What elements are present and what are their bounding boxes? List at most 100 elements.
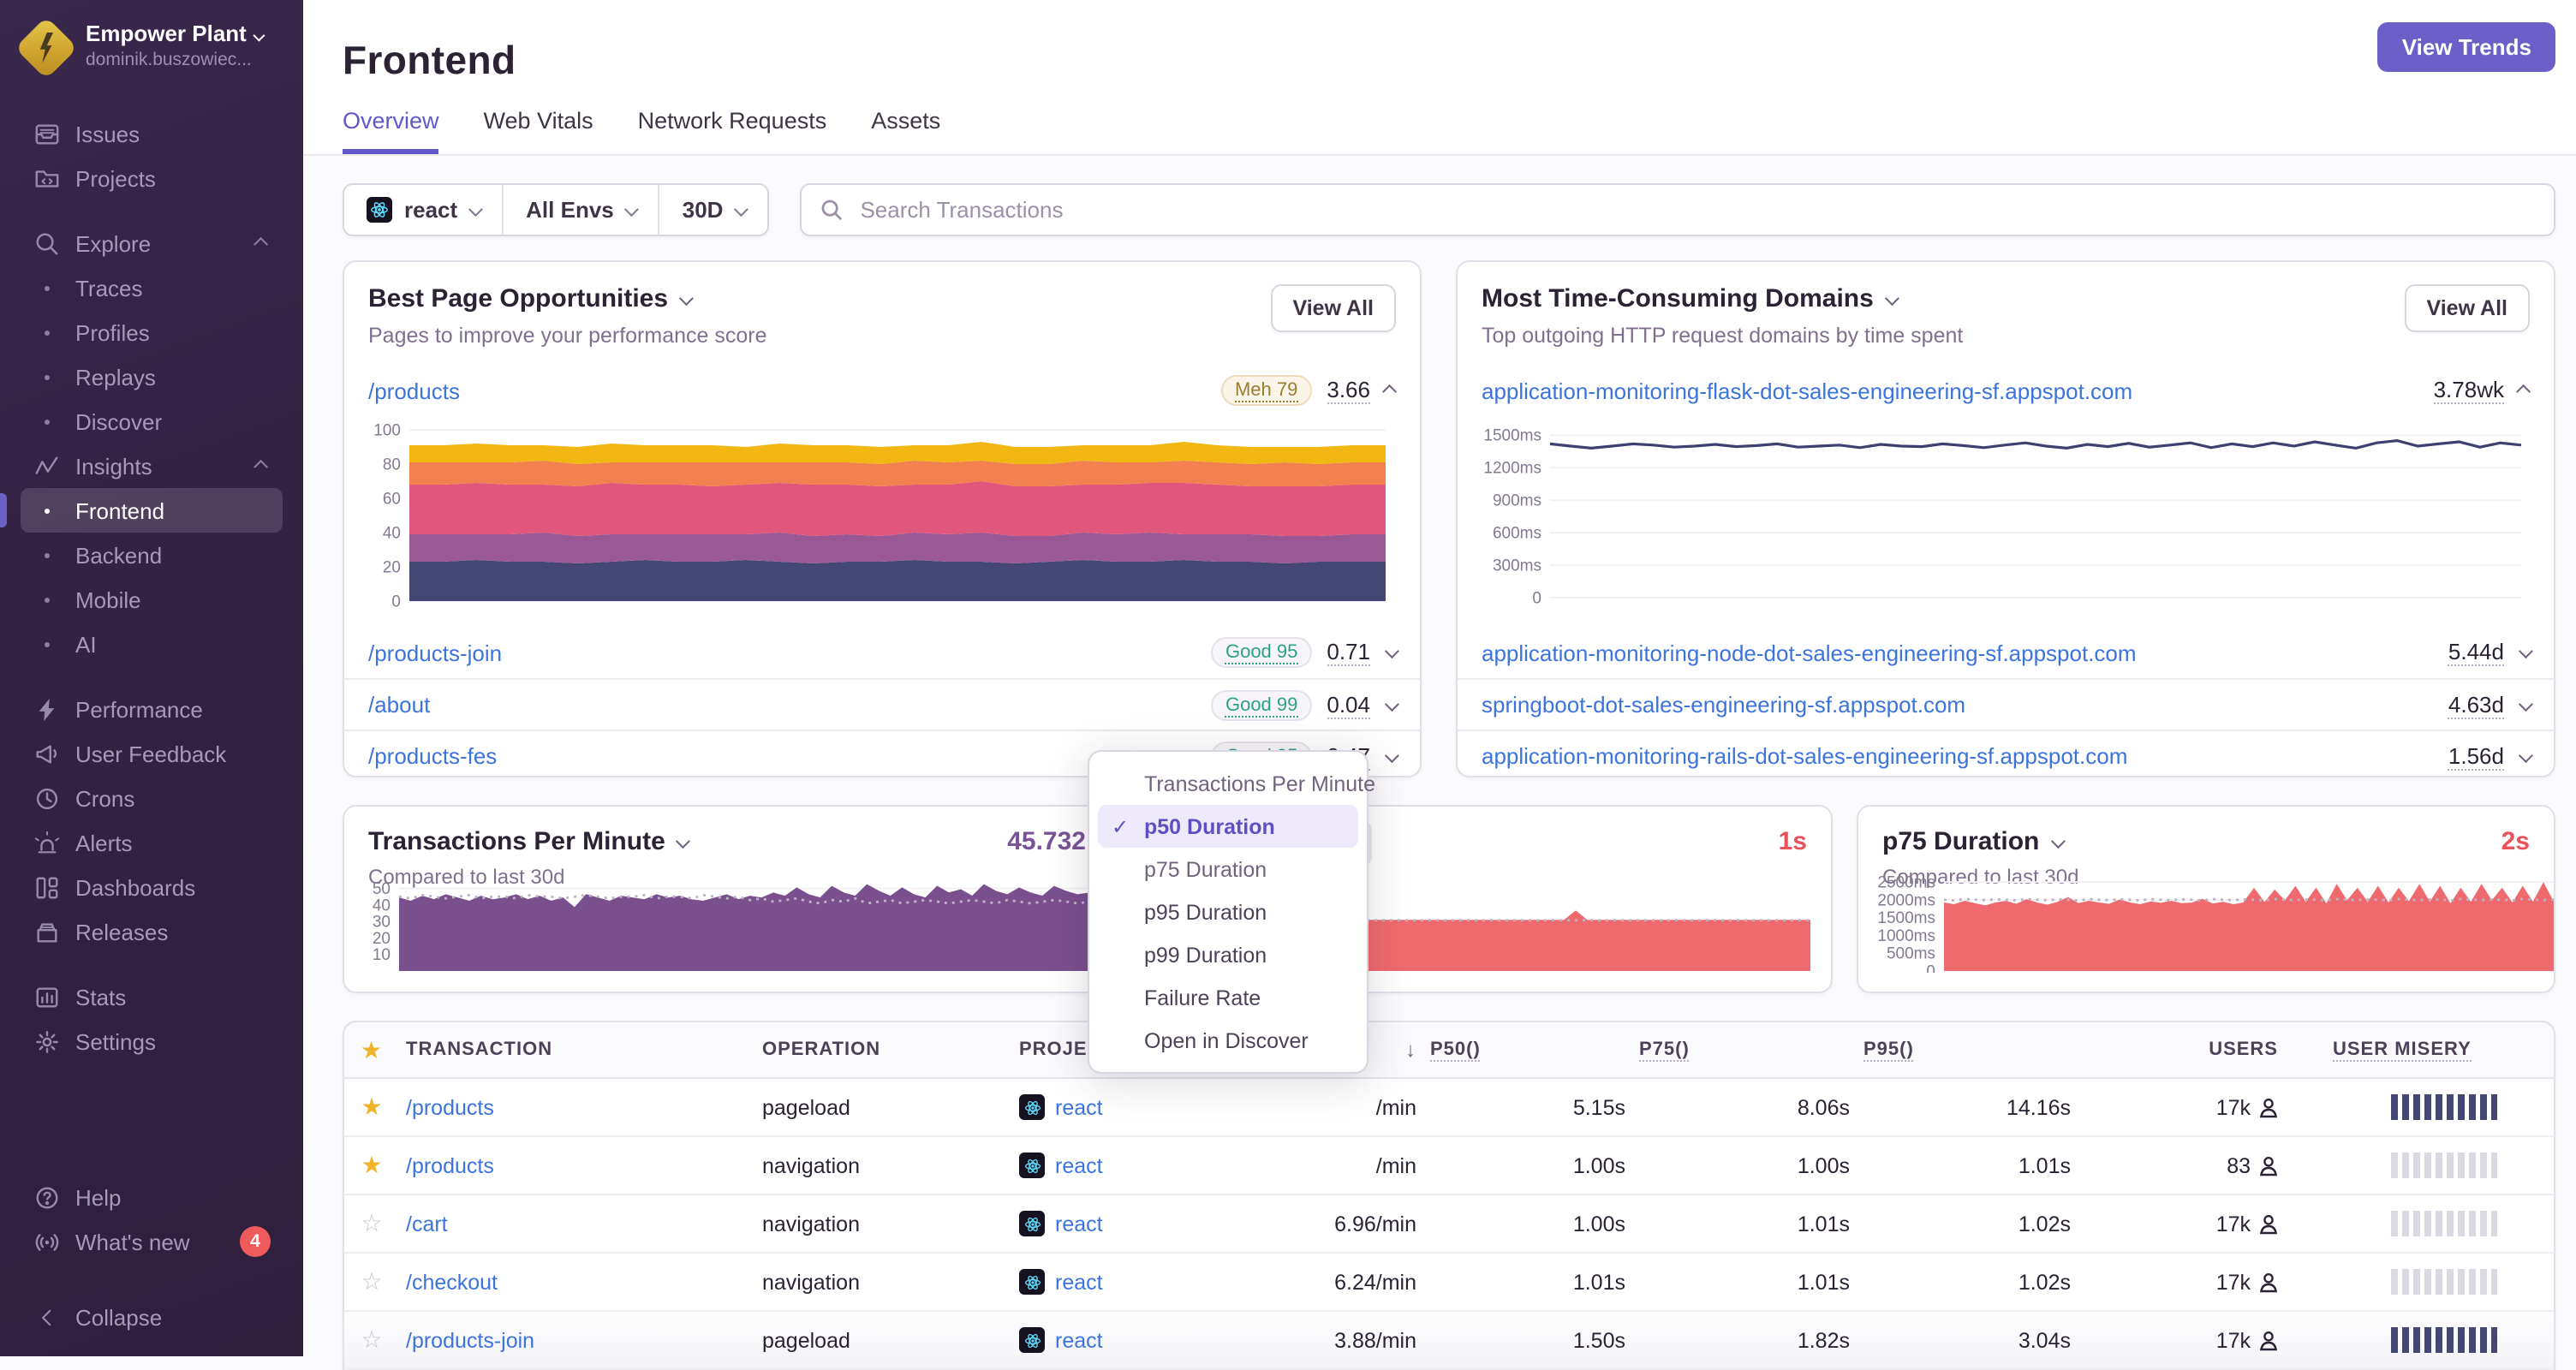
- row-expand-chevron-icon[interactable]: [2518, 644, 2533, 659]
- sidebar-item-user-feedback[interactable]: User Feedback: [21, 731, 283, 776]
- table-row[interactable]: ☆ /checkout navigation react 6.24/min 1.…: [344, 1254, 2554, 1312]
- domain-link[interactable]: application-monitoring-rails-dot-sales-e…: [1482, 743, 2127, 769]
- row-expand-chevron-icon[interactable]: [1384, 644, 1399, 659]
- tab-web-vitals[interactable]: Web Vitals: [484, 108, 593, 154]
- view-trends-button[interactable]: View Trends: [2377, 22, 2555, 72]
- sidebar-item-backend[interactable]: Backend: [21, 533, 283, 577]
- sidebar-item-what-s-new[interactable]: What's new 4: [21, 1219, 283, 1264]
- date-range-filter[interactable]: 30D: [658, 185, 768, 235]
- transaction-link[interactable]: /products: [406, 1095, 494, 1119]
- transaction-link[interactable]: /products: [406, 1153, 494, 1177]
- table-row[interactable]: ★ /products navigation react /min 1.00s …: [344, 1137, 2554, 1195]
- sidebar-item-frontend[interactable]: Frontend: [0, 488, 283, 533]
- score-badge[interactable]: Meh 79: [1220, 375, 1312, 406]
- sidebar-item-releases[interactable]: Releases: [21, 909, 283, 954]
- menu-item-p95-duration[interactable]: p95 Duration: [1098, 890, 1358, 933]
- domains-view-all-button[interactable]: View All: [2404, 284, 2530, 332]
- transaction-link[interactable]: /cart: [406, 1212, 448, 1236]
- sidebar-item-ai[interactable]: AI: [21, 622, 283, 666]
- menu-item-transactions-per-minute[interactable]: Transactions Per Minute: [1098, 762, 1375, 805]
- tpm-title[interactable]: Transactions Per Minute: [368, 827, 1086, 856]
- table-row[interactable]: ☆ /cart navigation react 6.96/min 1.00s …: [344, 1195, 2554, 1254]
- project-link[interactable]: react: [1019, 1211, 1297, 1236]
- sidebar-item-alerts[interactable]: Alerts: [21, 820, 283, 865]
- col-users[interactable]: USERS: [2078, 1039, 2285, 1060]
- star-column-header-icon[interactable]: ★: [344, 1035, 399, 1064]
- table-row[interactable]: ★ /products pageload react /min 5.15s 8.…: [344, 1079, 2554, 1137]
- project-link[interactable]: react: [1019, 1094, 1297, 1120]
- project-link[interactable]: react: [1019, 1269, 1297, 1295]
- transaction-link[interactable]: /checkout: [406, 1270, 498, 1294]
- tab-overview[interactable]: Overview: [343, 108, 439, 154]
- org-switcher[interactable]: Empower Plant dominik.buszowiec...: [15, 16, 283, 80]
- star-icon[interactable]: ☆: [344, 1267, 399, 1296]
- search-input[interactable]: [856, 195, 2535, 224]
- row-collapse-chevron-icon[interactable]: [1382, 384, 1398, 399]
- sidebar-item-explore[interactable]: Explore: [21, 221, 283, 265]
- project-link[interactable]: react: [1019, 1327, 1297, 1353]
- sidebar-item-profiles[interactable]: Profiles: [21, 310, 283, 354]
- col-p75[interactable]: P75(): [1632, 1039, 1857, 1062]
- p75-title[interactable]: p75 Duration: [1882, 827, 2530, 856]
- star-icon[interactable]: ★: [344, 1093, 399, 1122]
- transaction-link[interactable]: /products-join: [406, 1328, 534, 1352]
- best-pages-title[interactable]: Best Page Opportunities: [368, 284, 767, 313]
- row-collapse-chevron-icon[interactable]: [2516, 384, 2531, 399]
- sidebar-item-mobile[interactable]: Mobile: [21, 577, 283, 622]
- opportunity-value[interactable]: 3.66: [1327, 377, 1370, 404]
- domain-link[interactable]: application-monitoring-flask-dot-sales-e…: [1482, 378, 2132, 403]
- project-link[interactable]: react: [1019, 1153, 1297, 1178]
- sidebar-item-dashboards[interactable]: Dashboards: [21, 865, 283, 909]
- tab-network-requests[interactable]: Network Requests: [638, 108, 827, 154]
- sidebar-item-settings[interactable]: Settings: [21, 1019, 283, 1063]
- transaction-link[interactable]: /about: [368, 692, 430, 718]
- sidebar-item-collapse[interactable]: Collapse: [21, 1295, 283, 1339]
- tab-assets[interactable]: Assets: [871, 108, 940, 154]
- domain-link[interactable]: springboot-dot-sales-engineering-sf.apps…: [1482, 692, 1965, 718]
- star-icon[interactable]: ★: [344, 1151, 399, 1180]
- row-expand-chevron-icon[interactable]: [2518, 748, 2533, 763]
- domain-link[interactable]: application-monitoring-node-dot-sales-en…: [1482, 640, 2137, 665]
- col-p95[interactable]: P95(): [1857, 1039, 2078, 1062]
- menu-item-p75-duration[interactable]: p75 Duration: [1098, 848, 1358, 890]
- menu-item-p99-duration[interactable]: p99 Duration: [1098, 933, 1358, 976]
- sidebar-item-issues[interactable]: Issues: [21, 111, 283, 156]
- score-badge[interactable]: Good 99: [1211, 689, 1312, 720]
- project-filter[interactable]: react: [344, 185, 502, 235]
- best-pages-view-all-button[interactable]: View All: [1270, 284, 1396, 332]
- sidebar-item-stats[interactable]: Stats: [21, 974, 283, 1019]
- row-expand-chevron-icon[interactable]: [1384, 696, 1399, 712]
- time-spent-value[interactable]: 4.63d: [2448, 691, 2504, 718]
- star-icon[interactable]: ☆: [344, 1209, 399, 1238]
- sidebar-item-projects[interactable]: Projects: [21, 156, 283, 200]
- star-icon[interactable]: ☆: [344, 1325, 399, 1355]
- sidebar-item-performance[interactable]: Performance: [21, 687, 283, 731]
- row-expand-chevron-icon[interactable]: [2518, 696, 2533, 712]
- table-row[interactable]: ☆ /products-join pageload react 3.88/min…: [344, 1312, 2554, 1370]
- opportunity-value[interactable]: 0.71: [1327, 639, 1370, 666]
- menu-item-p50-duration[interactable]: ✓ p50 Duration: [1098, 805, 1358, 848]
- sidebar-item-discover[interactable]: Discover: [21, 399, 283, 444]
- time-spent-value[interactable]: 5.44d: [2448, 639, 2504, 666]
- sidebar-item-replays[interactable]: Replays: [21, 354, 283, 399]
- row-expand-chevron-icon[interactable]: [1384, 748, 1399, 763]
- transaction-link[interactable]: /products: [368, 378, 460, 403]
- sidebar-item-crons[interactable]: Crons: [21, 776, 283, 820]
- sidebar-item-traces[interactable]: Traces: [21, 265, 283, 310]
- environment-filter[interactable]: All Envs: [502, 185, 659, 235]
- transaction-link[interactable]: /products-fes: [368, 743, 497, 769]
- menu-item-failure-rate[interactable]: Failure Rate: [1098, 976, 1358, 1019]
- opportunity-value[interactable]: 0.04: [1327, 691, 1370, 718]
- col-operation[interactable]: OPERATION: [755, 1039, 1012, 1060]
- time-spent-value[interactable]: 1.56d: [2448, 742, 2504, 770]
- score-badge[interactable]: Good 95: [1211, 637, 1312, 668]
- sidebar-item-help[interactable]: Help: [21, 1175, 283, 1219]
- time-spent-value[interactable]: 3.78wk: [2433, 377, 2504, 404]
- sidebar-item-insights[interactable]: Insights: [21, 444, 283, 488]
- transaction-link[interactable]: /products-join: [368, 640, 502, 665]
- col-transaction[interactable]: TRANSACTION: [399, 1039, 755, 1060]
- menu-item-open-in-discover[interactable]: Open in Discover: [1098, 1019, 1358, 1062]
- col-p50[interactable]: P50(): [1423, 1039, 1632, 1062]
- domains-title[interactable]: Most Time-Consuming Domains: [1482, 284, 1963, 313]
- col-user-misery[interactable]: USER MISERY: [2285, 1039, 2554, 1062]
